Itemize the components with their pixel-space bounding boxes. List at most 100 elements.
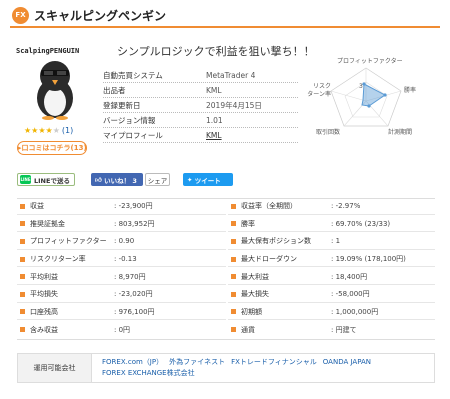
broker-link[interactable]: FOREX.com（JP） [102,358,163,366]
info-value: KML [206,85,222,95]
facebook-share-button[interactable]: シェア [145,173,170,186]
info-value: 1.01 [206,115,223,125]
radar-label-risk-return: リスク ターン率 [307,83,331,98]
bullet-icon [20,238,25,244]
stat-value: : -2.97% [331,202,361,211]
bullet-icon [231,327,236,333]
stat-value: : 976,100円 [114,307,155,316]
info-value: MetaTrader 4 [206,70,256,80]
info-label: バージョン情報 [103,115,156,125]
stat-row: 推奨証拠金 : 803,952円 [17,217,226,233]
radar-tick-label: 3 [359,83,363,90]
broker-link[interactable]: OANDA JAPAN [323,358,371,366]
stat-label: 平均損失 [30,290,58,299]
info-row-profile: マイプロフィール KML [103,128,298,143]
line-icon: LINE [20,175,31,184]
stat-value: : 8,970円 [114,272,146,281]
stat-value: : -58,000円 [331,290,370,299]
page-title: スキャルピングペンギン [34,9,167,23]
radar-label-pf: プロフィットファクター [337,58,403,65]
review-link-button[interactable]: ▸口コミはコチラ(13) [17,141,87,155]
twitter-bird-icon: ✦ [187,175,193,184]
stat-label: 推奨証拠金 [30,219,65,228]
stat-row: 含み収益 : 0円 [17,322,226,338]
broker-link[interactable]: FOREX EXCHANGE株式会社 [102,369,195,377]
stat-row: 平均損失: -23,020円 [17,287,226,303]
tweet-label: ツイート [194,176,221,185]
radar-label-period: 計測期間 [388,129,413,136]
bullet-icon [20,203,25,209]
stat-value: : 円建て [331,325,357,334]
bullet-icon [231,309,236,315]
stat-value: : 69.70% (23/33) [331,219,391,228]
stat-value: : 1 [331,237,341,246]
thumbs-up-icon: 👍︎ [95,175,102,184]
fx-badge: FX [12,7,29,24]
page-header: FX スキャルピングペンギン [10,4,440,28]
info-label: 出品者 [103,85,126,95]
star-icon-empty: ★ [52,126,60,135]
bullet-icon [20,274,25,280]
stat-label: 含み収益 [30,325,58,334]
stat-value: : -0.13 [114,255,137,264]
radar-chart: プロフィットファクター 3 リスク ターン率 勝率 取引回数 計測期間 [301,56,431,146]
radar-label-win-rate: 勝率 [404,87,417,94]
stat-label: 最大ドローダウン [241,255,297,264]
stat-row: 勝率 : 69.70% (23/33) [228,217,435,233]
logo-text: ScalpingPENGUIN [16,47,80,55]
bullet-icon [231,203,236,209]
stat-value: : 18,400円 [331,272,368,281]
broker-link[interactable]: 外為ファイネスト [169,358,225,366]
stat-label: 収益 [30,202,44,211]
stat-label: 平均利益 [30,272,58,281]
stat-label: 最大利益 [241,272,269,281]
info-row-system: 自動売買システム MetaTrader 4 [103,68,298,83]
stat-label: 収益率（全期間） [241,202,297,211]
bullet-icon [231,274,236,280]
star-icon: ★★★★ [24,126,53,135]
bullet-icon [231,291,236,297]
stat-label: リスクリターン率 [30,255,86,264]
stat-row: 口座残高: 976,100円 [17,305,226,321]
rating-count[interactable]: (1) [62,126,73,135]
stats-table: 収益: -23,900円 推奨証拠金: 803,952円 プロフィットファクター… [17,198,435,340]
bullet-icon [231,238,236,244]
product-info-list: 自動売買システム MetaTrader 4 出品者 KML 登録更新日 2019… [103,68,298,143]
stat-value: : 803,952円 [114,219,155,228]
facebook-like-button[interactable]: 👍︎ いいね！ 3 [91,173,143,186]
stat-row: 平均利益 : 8,970円 [17,269,226,285]
penguin-icon [37,61,73,120]
stat-value: : 1,000,000円 [331,307,379,316]
info-label: 自動売買システム [103,70,163,80]
bullet-icon [20,309,25,315]
info-label: 登録更新日 [103,100,141,110]
stat-label: 勝率 [241,219,255,228]
stat-row: 最大利益 : 18,400円 [228,269,435,285]
radar-label-trade-count: 取引回数 [316,129,341,136]
stat-value: : 0円 [114,325,131,334]
stat-label: 初期額 [241,307,262,316]
bullet-icon [20,327,25,333]
info-label: マイプロフィール [103,130,163,140]
stat-row: 通貨 : 円建て [228,322,435,338]
info-value: 2019年4月15日 [206,100,262,110]
profile-link[interactable]: KML [206,131,222,140]
stat-row: 収益率（全期間） : -2.97% [228,199,435,215]
line-share-label: LINEで送る [34,176,70,185]
bullet-icon [231,256,236,262]
stat-label: 通貨 [241,325,255,334]
tweet-button[interactable]: ✦ ツイート [183,173,233,186]
bullet-icon [20,291,25,297]
line-share-button[interactable]: LINE LINEで送る [17,173,75,186]
product-tagline: シンプルロジックで利益を狙い撃ち！！ [117,45,315,58]
stat-label: 最大保有ポジション数 [241,237,311,246]
stat-label: 最大損失 [241,290,269,299]
product-logo: ScalpingPENGUIN [14,46,92,122]
review-link-label: 口コミはコチラ(13) [21,144,87,152]
broker-link[interactable]: FXトレードフィナンシャル [231,358,317,366]
stat-row: 最大ドローダウン: 19.09% (178,100円) [228,252,435,268]
stat-value: : -23,900円 [114,202,153,211]
stat-row: 最大損失 : -58,000円 [228,287,435,303]
bullet-icon [20,221,25,227]
info-row-updated: 登録更新日 2019年4月15日 [103,98,298,113]
